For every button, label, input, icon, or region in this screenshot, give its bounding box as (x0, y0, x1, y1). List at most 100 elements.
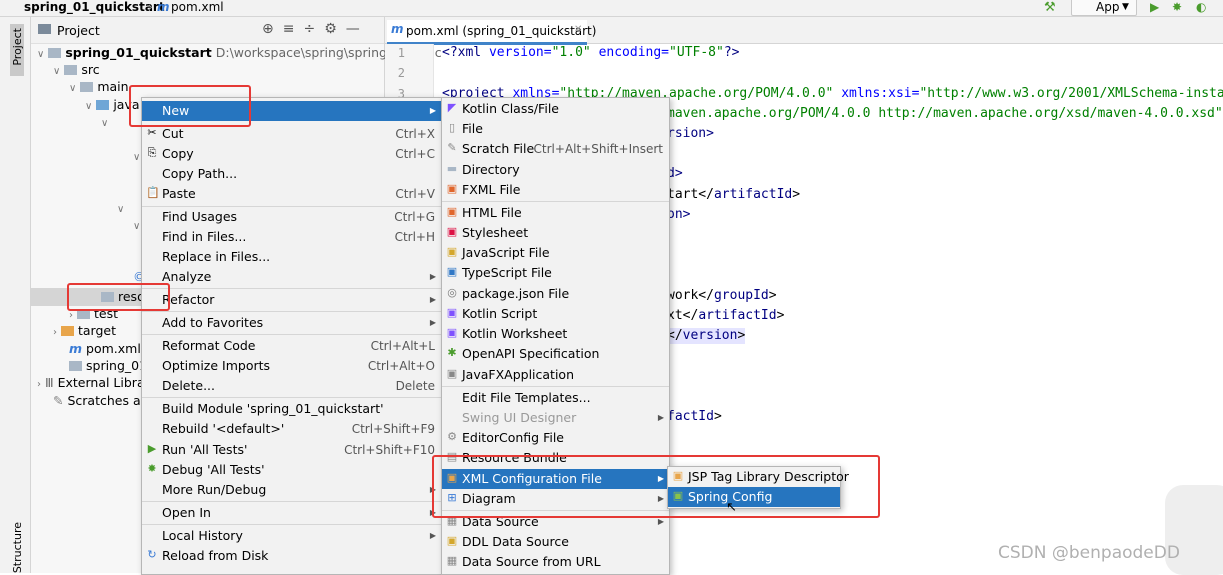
menu-item-kotlin-worksheet[interactable]: ▣ Kotlin Worksheet (442, 324, 669, 344)
menu-item-typescript-file[interactable]: ▣ TypeScript File (442, 263, 669, 283)
scratch-file-icon: ✎ (447, 141, 457, 154)
tree-item-pom[interactable]: m pom.xml (69, 340, 141, 357)
menu-item-kotlin-class[interactable]: ◤ Kotlin Class/File (442, 99, 669, 119)
project-tool-label: Project (11, 28, 24, 66)
menu-item-delete[interactable]: Delete... Delete (142, 376, 441, 396)
menu-item-javascript-file[interactable]: ▣ JavaScript File (442, 243, 669, 263)
menu-item-editorconfig-file[interactable]: ⚙ EditorConfig File (442, 428, 669, 448)
menu-separator (142, 397, 441, 398)
code-line[interactable]: <?xml version="1.0" encoding="UTF-8"?> (442, 45, 739, 61)
menu-item-local-history[interactable]: Local History ▶ (142, 526, 441, 546)
menu-item-copy[interactable]: ⎘ Copy Ctrl+C (142, 144, 441, 164)
menu-separator (142, 524, 441, 525)
menu-item-kotlin-script[interactable]: ▣ Kotlin Script (442, 304, 669, 324)
panel-toolbar-icons[interactable]: ⊕≡÷⚙— (262, 21, 369, 37)
menu-item-scratch-file[interactable]: ✎ Scratch File Ctrl+Alt+Shift+Insert (442, 139, 669, 159)
menu-item-data-source-from-url[interactable]: ▦ Data Source from URL (442, 552, 669, 572)
debug-icon[interactable]: ✸ (1172, 0, 1182, 15)
package-json-icon: ◎ (447, 286, 457, 299)
project-panel-title[interactable]: Project (57, 23, 100, 38)
reload-icon: ↻ (147, 548, 157, 561)
openapi-icon: ✱ (447, 346, 457, 359)
editor-tab-label: pom.xml (spring_01_quickstart) (406, 24, 597, 38)
menu-item-directory[interactable]: ▬ Directory (442, 160, 669, 180)
scissors-icon: ✂ (147, 126, 157, 139)
tree-item-external-libraries[interactable]: › Ⅲ External Libra (37, 374, 145, 393)
breadcrumb-file[interactable]: pom.xml (171, 0, 224, 15)
code-line[interactable]: tart</artifactId> (667, 187, 800, 203)
menu-item-file[interactable]: ▯ File (442, 119, 669, 139)
code-line[interactable]: work</groupId> (667, 288, 777, 304)
menu-item-javafx-application[interactable]: ▣ JavaFXApplication (442, 365, 669, 385)
menu-item-open-in[interactable]: Open In ▶ (142, 503, 441, 523)
maven-file-icon: m (391, 22, 404, 36)
code-line[interactable]: on> (667, 207, 690, 223)
structure-tool-label[interactable]: Structure (11, 522, 24, 573)
tree-expander[interactable]: ∨ (101, 113, 108, 132)
kotlin-worksheet-icon: ▣ (446, 326, 458, 339)
code-line[interactable]: </version> (667, 328, 746, 344)
menu-item-html-file[interactable]: ▣ HTML File (442, 203, 669, 223)
run-configuration-label: App (1096, 0, 1120, 14)
menu-item-more-run-debug[interactable]: More Run/Debug ▶ (142, 480, 441, 500)
menu-item-replace-in-files[interactable]: Replace in Files... (142, 247, 441, 267)
menu-item-refactor[interactable]: Refactor ▶ (142, 290, 441, 310)
menu-item-copy-path[interactable]: Copy Path... (142, 164, 441, 184)
menu-item-ddl-data-source[interactable]: ▣ DDL Data Source (442, 532, 669, 552)
run-icon[interactable]: ▶ (1150, 0, 1159, 15)
css-icon: ▣ (446, 225, 458, 238)
code-line[interactable]: factId> (667, 409, 722, 425)
highlight-box-new (129, 85, 251, 127)
tree-expander[interactable]: ∨ (117, 199, 124, 218)
context-menu: New ▶ ✂ Cut Ctrl+X ⎘ Copy Ctrl+C Copy Path...… (141, 97, 442, 575)
menu-item-cut[interactable]: ✂ Cut Ctrl+X (142, 124, 441, 144)
menu-item-rebuild[interactable]: Rebuild '<default>' Ctrl+Shift+F9 (142, 419, 441, 439)
menu-item-reload-from-disk[interactable]: ↻ Reload from Disk (142, 546, 441, 566)
javascript-icon: ▣ (446, 245, 458, 258)
tree-expander[interactable]: ∨ (133, 216, 140, 235)
menu-item-paste[interactable]: 📋 Paste Ctrl+V (142, 184, 441, 204)
submenu-arrow-icon: ▶ (429, 272, 436, 281)
typescript-icon: ▣ (446, 265, 458, 278)
menu-item-find-in-files[interactable]: Find in Files... Ctrl+H (142, 227, 441, 247)
menu-item-add-to-favorites[interactable]: Add to Favorites ▶ (142, 313, 441, 333)
menu-item-find-usages[interactable]: Find Usages Ctrl+G (142, 207, 441, 227)
kotlin-icon: ◤ (447, 101, 457, 114)
menu-item-package-json[interactable]: ◎ package.json File (442, 284, 669, 304)
menu-separator (142, 334, 441, 335)
project-icon (38, 24, 51, 34)
menu-item-swing-ui-designer: Swing UI Designer ▶ (442, 408, 669, 428)
close-icon[interactable]: ✕ (574, 24, 582, 35)
module-icon (48, 48, 62, 58)
menu-item-stylesheet[interactable]: ▣ Stylesheet (442, 223, 669, 243)
menu-item-run-all-tests[interactable]: ▶ Run 'All Tests' Ctrl+Shift+F10 (142, 440, 441, 460)
code-line[interactable]: xt</artifactId> (667, 308, 784, 324)
coverage-icon[interactable]: ◐ (1196, 0, 1206, 15)
code-line[interactable]: maven.apache.org/POM/4.0.0 http://maven.… (667, 106, 1223, 122)
menu-item-build-module[interactable]: Build Module 'spring_01_quickstart' (142, 399, 441, 419)
tree-expander[interactable]: ∨ (133, 147, 140, 166)
ddl-icon: ▣ (446, 534, 458, 547)
menu-item-analyze[interactable]: Analyze ▶ (142, 267, 441, 287)
folder-icon (64, 65, 78, 75)
menu-item-debug-all-tests[interactable]: ✸ Debug 'All Tests' (142, 460, 441, 480)
line-number: 2 (397, 66, 405, 80)
javafx-icon: ▣ (446, 367, 458, 380)
menu-item-optimize-imports[interactable]: Optimize Imports Ctrl+Alt+O (142, 356, 441, 376)
menu-separator (142, 501, 441, 502)
menu-item-fxml-file[interactable]: ▣ FXML File (442, 180, 669, 200)
libraries-icon: Ⅲ (44, 375, 54, 390)
debug-icon: ✸ (147, 462, 157, 475)
menu-item-openapi-spec[interactable]: ✱ OpenAPI Specification (442, 344, 669, 364)
menu-item-edit-file-templates[interactable]: Edit File Templates... (442, 388, 669, 408)
tree-item-main[interactable]: ∨ main (69, 78, 129, 97)
fxml-icon: ▣ (446, 182, 458, 195)
tree-item-target[interactable]: › target (53, 322, 116, 341)
menu-item-reformat-code[interactable]: Reformat Code Ctrl+Alt+L (142, 336, 441, 356)
build-hammer-icon[interactable]: ⚒ (1044, 0, 1056, 15)
code-line[interactable]: rsion> (667, 126, 714, 142)
tool-window-stripe (0, 17, 31, 573)
breadcrumb-project[interactable]: spring_01_quickstart (24, 0, 165, 15)
url-database-icon: ▦ (446, 554, 458, 567)
submenu-arrow-icon: ▶ (429, 106, 436, 115)
